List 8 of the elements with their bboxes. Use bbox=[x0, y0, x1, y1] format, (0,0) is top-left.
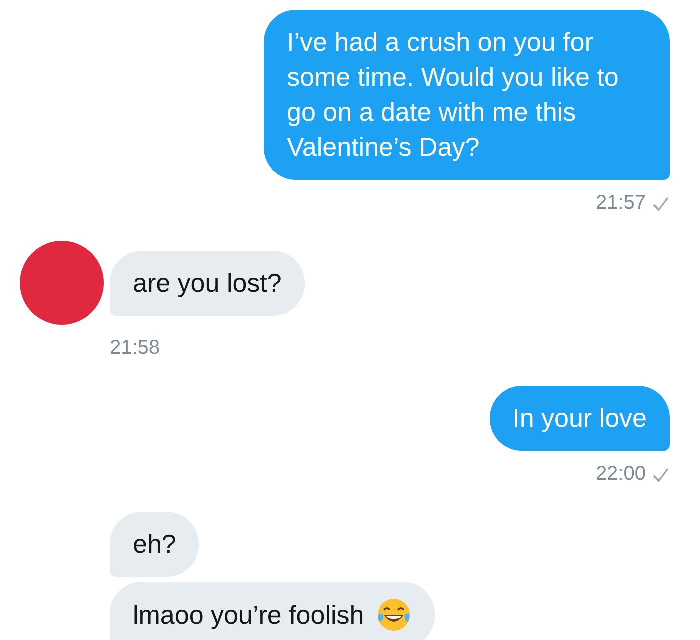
message-bubble: In your love bbox=[490, 386, 670, 451]
message-text: are you lost? bbox=[133, 266, 282, 300]
message-bubble: I’ve had a crush on you for some time. Would you like to go on a date with me this Valentine’s Day? bbox=[264, 10, 670, 180]
message-text: eh? bbox=[133, 528, 176, 561]
message-time: 21:58 bbox=[110, 337, 160, 360]
message-time: 21:57 bbox=[596, 192, 646, 215]
message-time: 22:00 bbox=[596, 463, 646, 486]
message-text: lmaoo you’re foolish bbox=[133, 598, 364, 632]
